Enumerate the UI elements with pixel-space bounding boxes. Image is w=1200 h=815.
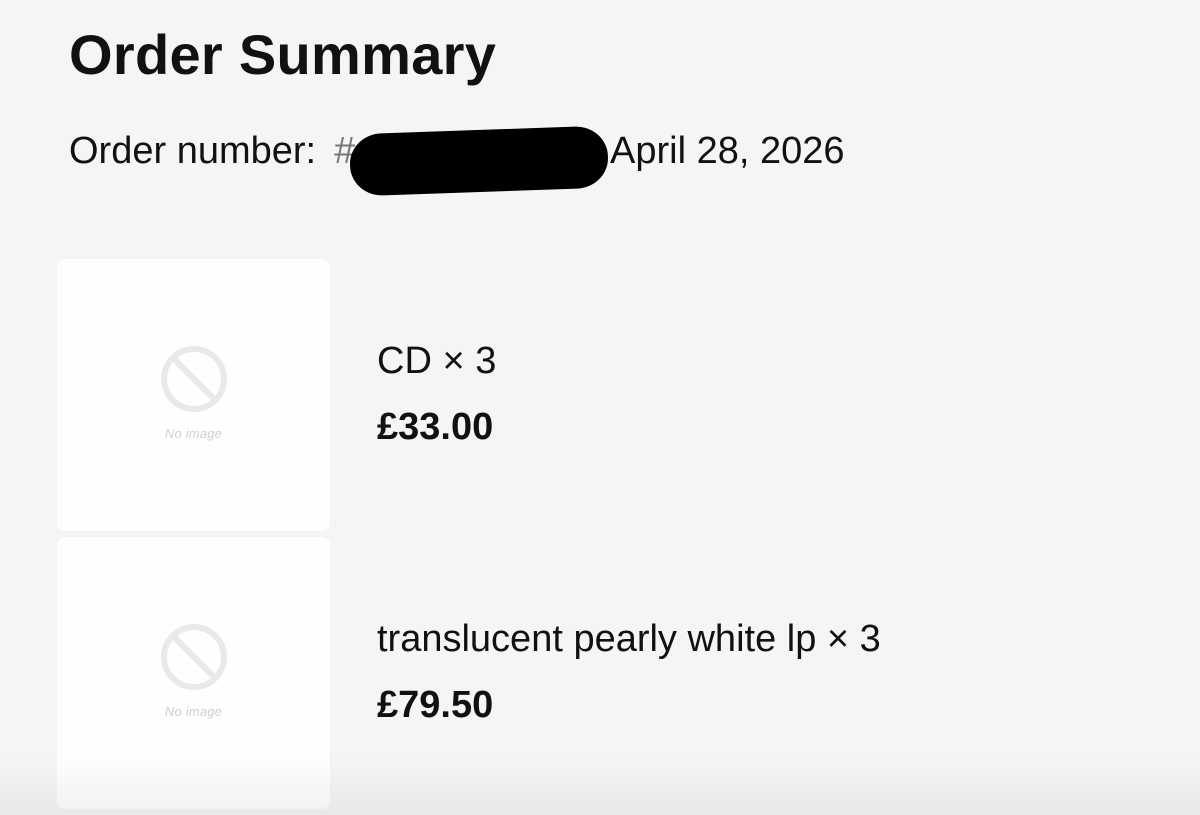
- no-image-icon: [160, 345, 227, 412]
- order-item[interactable]: No image translucent pearly white lp × 3…: [57, 537, 1157, 809]
- item-thumbnail[interactable]: No image: [57, 537, 330, 809]
- item-thumbnail[interactable]: No image: [57, 259, 330, 531]
- no-image-label: No image: [164, 425, 223, 441]
- no-image-icon: [160, 623, 227, 690]
- order-number-line: Order number: #: [69, 130, 355, 173]
- order-date: April 28, 2026: [610, 130, 845, 172]
- order-item[interactable]: No image CD × 3 £33.00: [57, 259, 1157, 531]
- order-number-label: Order number:: [69, 130, 317, 172]
- item-price: £33.00: [377, 406, 494, 448]
- page-title: Order Summary: [69, 23, 497, 86]
- no-image-label: No image: [164, 703, 223, 719]
- item-name: translucent pearly white lp × 3: [377, 618, 881, 660]
- item-name: CD × 3: [377, 340, 497, 382]
- redaction-mark: [348, 125, 610, 197]
- item-price: £79.50: [377, 684, 494, 726]
